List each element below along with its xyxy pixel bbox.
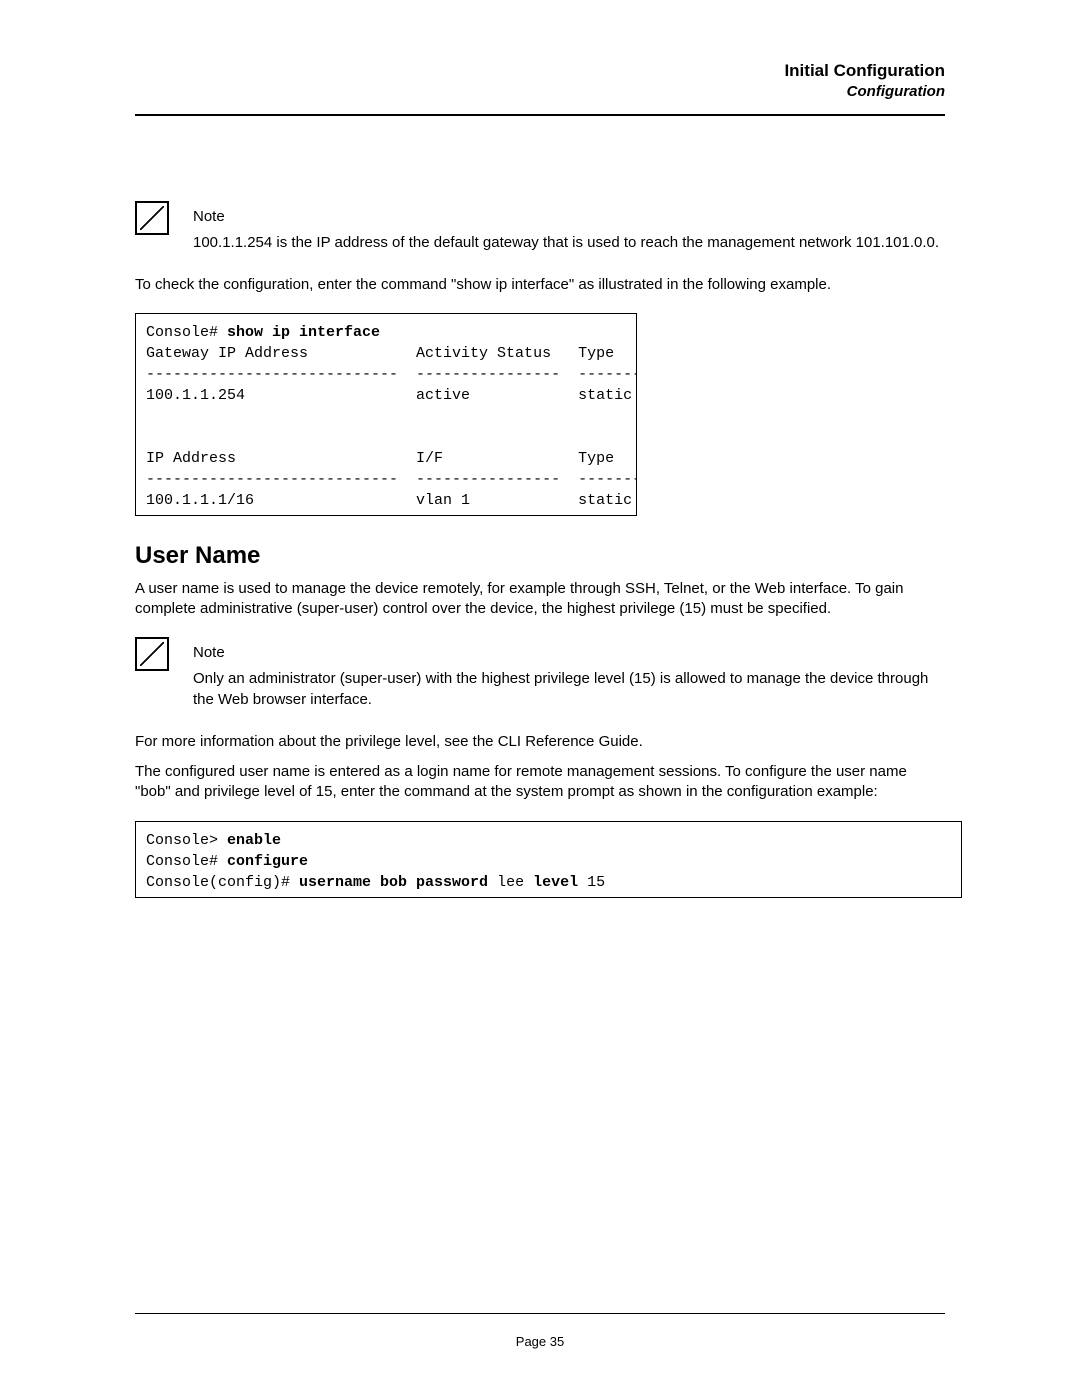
page: Initial Configuration Configuration Note… [0, 0, 1080, 1397]
header-title: Initial Configuration [135, 60, 945, 82]
note-block-gateway: Note 100.1.1.254 is the IP address of th… [135, 201, 945, 254]
note-body: 100.1.1.254 is the IP address of the def… [193, 233, 939, 253]
terminal-output: Gateway IP Address Activity Status Type … [146, 345, 637, 509]
footer-rule [135, 1313, 945, 1314]
paragraph-username-intro: A user name is used to manage the device… [135, 579, 945, 620]
terminal-show-ip-interface: Console# show ip interface Gateway IP Ad… [135, 313, 637, 516]
prompt: Console> [146, 832, 227, 849]
arg: lee [488, 874, 533, 891]
header-subtitle: Configuration [135, 82, 945, 102]
command: show ip interface [227, 324, 380, 341]
section-heading-username: User Name [135, 540, 945, 572]
arg: 15 [578, 874, 605, 891]
prompt: Console(config)# [146, 874, 299, 891]
command: enable [227, 832, 281, 849]
prompt: Console# [146, 853, 227, 870]
note-label: Note [193, 207, 939, 227]
note-label: Note [193, 643, 945, 663]
command: level [533, 874, 578, 891]
note-body: Only an administrator (super-user) with … [193, 669, 945, 710]
note-text: Note Only an administrator (super-user) … [193, 637, 945, 710]
prompt: Console# [146, 324, 227, 341]
page-number: Page 35 [0, 1334, 1080, 1349]
page-header: Initial Configuration Configuration [135, 60, 945, 102]
paragraph-cli-ref: For more information about the privilege… [135, 732, 945, 752]
note-icon [135, 201, 169, 235]
command: configure [227, 853, 308, 870]
terminal-username-config: Console> enable Console# configure Conso… [135, 821, 962, 898]
paragraph-check-config: To check the configuration, enter the co… [135, 275, 945, 295]
note-icon [135, 637, 169, 671]
paragraph-config-example: The configured user name is entered as a… [135, 762, 945, 803]
page-body: Note 100.1.1.254 is the IP address of th… [135, 116, 945, 898]
note-block-admin: Note Only an administrator (super-user) … [135, 637, 945, 710]
note-text: Note 100.1.1.254 is the IP address of th… [193, 201, 939, 254]
command: username bob password [299, 874, 488, 891]
